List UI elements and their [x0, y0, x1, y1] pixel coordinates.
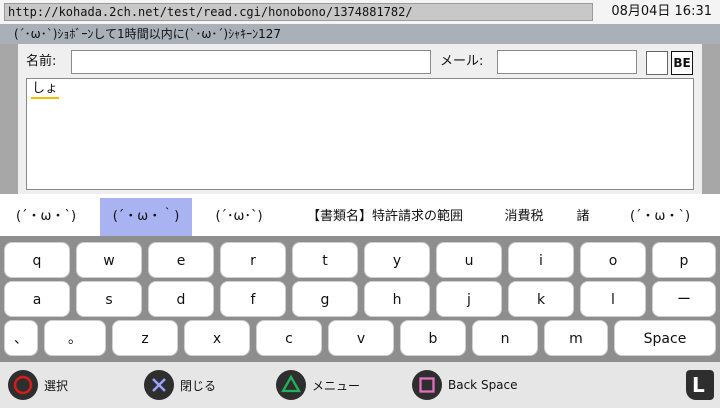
key-j[interactable]: j — [436, 281, 502, 317]
key-b[interactable]: b — [400, 320, 466, 356]
key-v[interactable]: v — [328, 320, 394, 356]
sage-checkbox[interactable] — [646, 51, 668, 75]
key-t[interactable]: t — [292, 242, 358, 278]
l-button-label: L — [692, 373, 705, 397]
hint-menu-label: メニュー — [312, 378, 361, 393]
candidate-item-selected[interactable]: (´・ω・｀) — [100, 198, 192, 236]
date-time: 08月04日 16:31 — [611, 4, 712, 19]
hint-backspace[interactable]: Back Space — [412, 369, 518, 401]
key-y[interactable]: y — [364, 242, 430, 278]
key-k[interactable]: k — [508, 281, 574, 317]
name-label: 名前: — [26, 54, 57, 69]
key-p[interactable]: p — [652, 242, 716, 278]
hint-close[interactable]: 閉じる — [144, 369, 216, 401]
candidate-item[interactable]: 消費税 — [492, 198, 556, 236]
software-keyboard: q w e r t y u i o p a s d f g h j k l ー … — [0, 236, 720, 362]
be-button[interactable]: BE — [671, 51, 693, 75]
hint-select[interactable]: 選択 — [8, 369, 68, 401]
key-f[interactable]: f — [220, 281, 286, 317]
thread-title: (´･ω･`)ｼｮﾎﾞｰﾝして1時間以内に(`･ω･´)ｼｬｷｰﾝ127 — [0, 24, 720, 44]
key-a[interactable]: a — [4, 281, 70, 317]
message-body[interactable]: しょ — [26, 78, 694, 190]
key-l[interactable]: l — [580, 281, 646, 317]
key-o[interactable]: o — [580, 242, 646, 278]
key-n[interactable]: n — [472, 320, 538, 356]
key-long-vowel[interactable]: ー — [652, 281, 716, 317]
compose-form: 名前: メール: BE しょ — [18, 44, 702, 194]
key-z[interactable]: z — [112, 320, 178, 356]
address-bar: http://kohada.2ch.net/test/read.cgi/hono… — [0, 0, 720, 24]
circle-button-icon — [8, 370, 38, 400]
cross-button-icon — [144, 370, 174, 400]
hint-backspace-label: Back Space — [448, 378, 518, 392]
key-m[interactable]: m — [544, 320, 608, 356]
key-comma[interactable]: 、 — [4, 320, 38, 356]
hint-close-label: 閉じる — [180, 378, 217, 393]
key-i[interactable]: i — [508, 242, 574, 278]
key-c[interactable]: c — [256, 320, 322, 356]
candidate-item[interactable]: (´・ω・`) — [614, 198, 706, 236]
key-space[interactable]: Space — [614, 320, 716, 356]
url-field[interactable]: http://kohada.2ch.net/test/read.cgi/hono… — [4, 3, 593, 21]
key-e[interactable]: e — [148, 242, 214, 278]
triangle-button-icon — [276, 370, 306, 400]
mail-input[interactable] — [497, 50, 637, 74]
mail-label: メール: — [440, 54, 484, 69]
key-q[interactable]: q — [4, 242, 70, 278]
key-g[interactable]: g — [292, 281, 358, 317]
key-h[interactable]: h — [364, 281, 430, 317]
compose-panel: 名前: メール: BE しょ — [0, 44, 720, 194]
hint-menu[interactable]: メニュー — [276, 369, 360, 401]
candidate-item[interactable]: 諸 — [566, 198, 600, 236]
candidate-item[interactable]: (´・ω・`) — [0, 198, 92, 236]
candidate-item[interactable]: 【書類名】特許請求の範囲 — [290, 198, 480, 236]
key-x[interactable]: x — [184, 320, 250, 356]
key-d[interactable]: d — [148, 281, 214, 317]
button-hint-bar: 選択 閉じる メニュー Back Space L — [0, 362, 720, 408]
ime-screen: http://kohada.2ch.net/test/read.cgi/hono… — [0, 0, 720, 408]
key-w[interactable]: w — [76, 242, 142, 278]
l-button-icon[interactable]: L — [686, 370, 714, 400]
hint-select-label: 選択 — [44, 378, 69, 393]
key-s[interactable]: s — [76, 281, 142, 317]
candidate-bar: (´・ω・`) (´・ω・｀) (´･ω･`) 【書類名】特許請求の範囲 消費税… — [0, 198, 720, 236]
candidate-item[interactable]: (´･ω･`) — [196, 198, 282, 236]
square-button-icon — [412, 370, 442, 400]
key-period[interactable]: 。 — [44, 320, 106, 356]
name-input[interactable] — [71, 50, 431, 74]
composing-text: しょ — [31, 81, 60, 99]
key-r[interactable]: r — [220, 242, 286, 278]
key-u[interactable]: u — [436, 242, 502, 278]
